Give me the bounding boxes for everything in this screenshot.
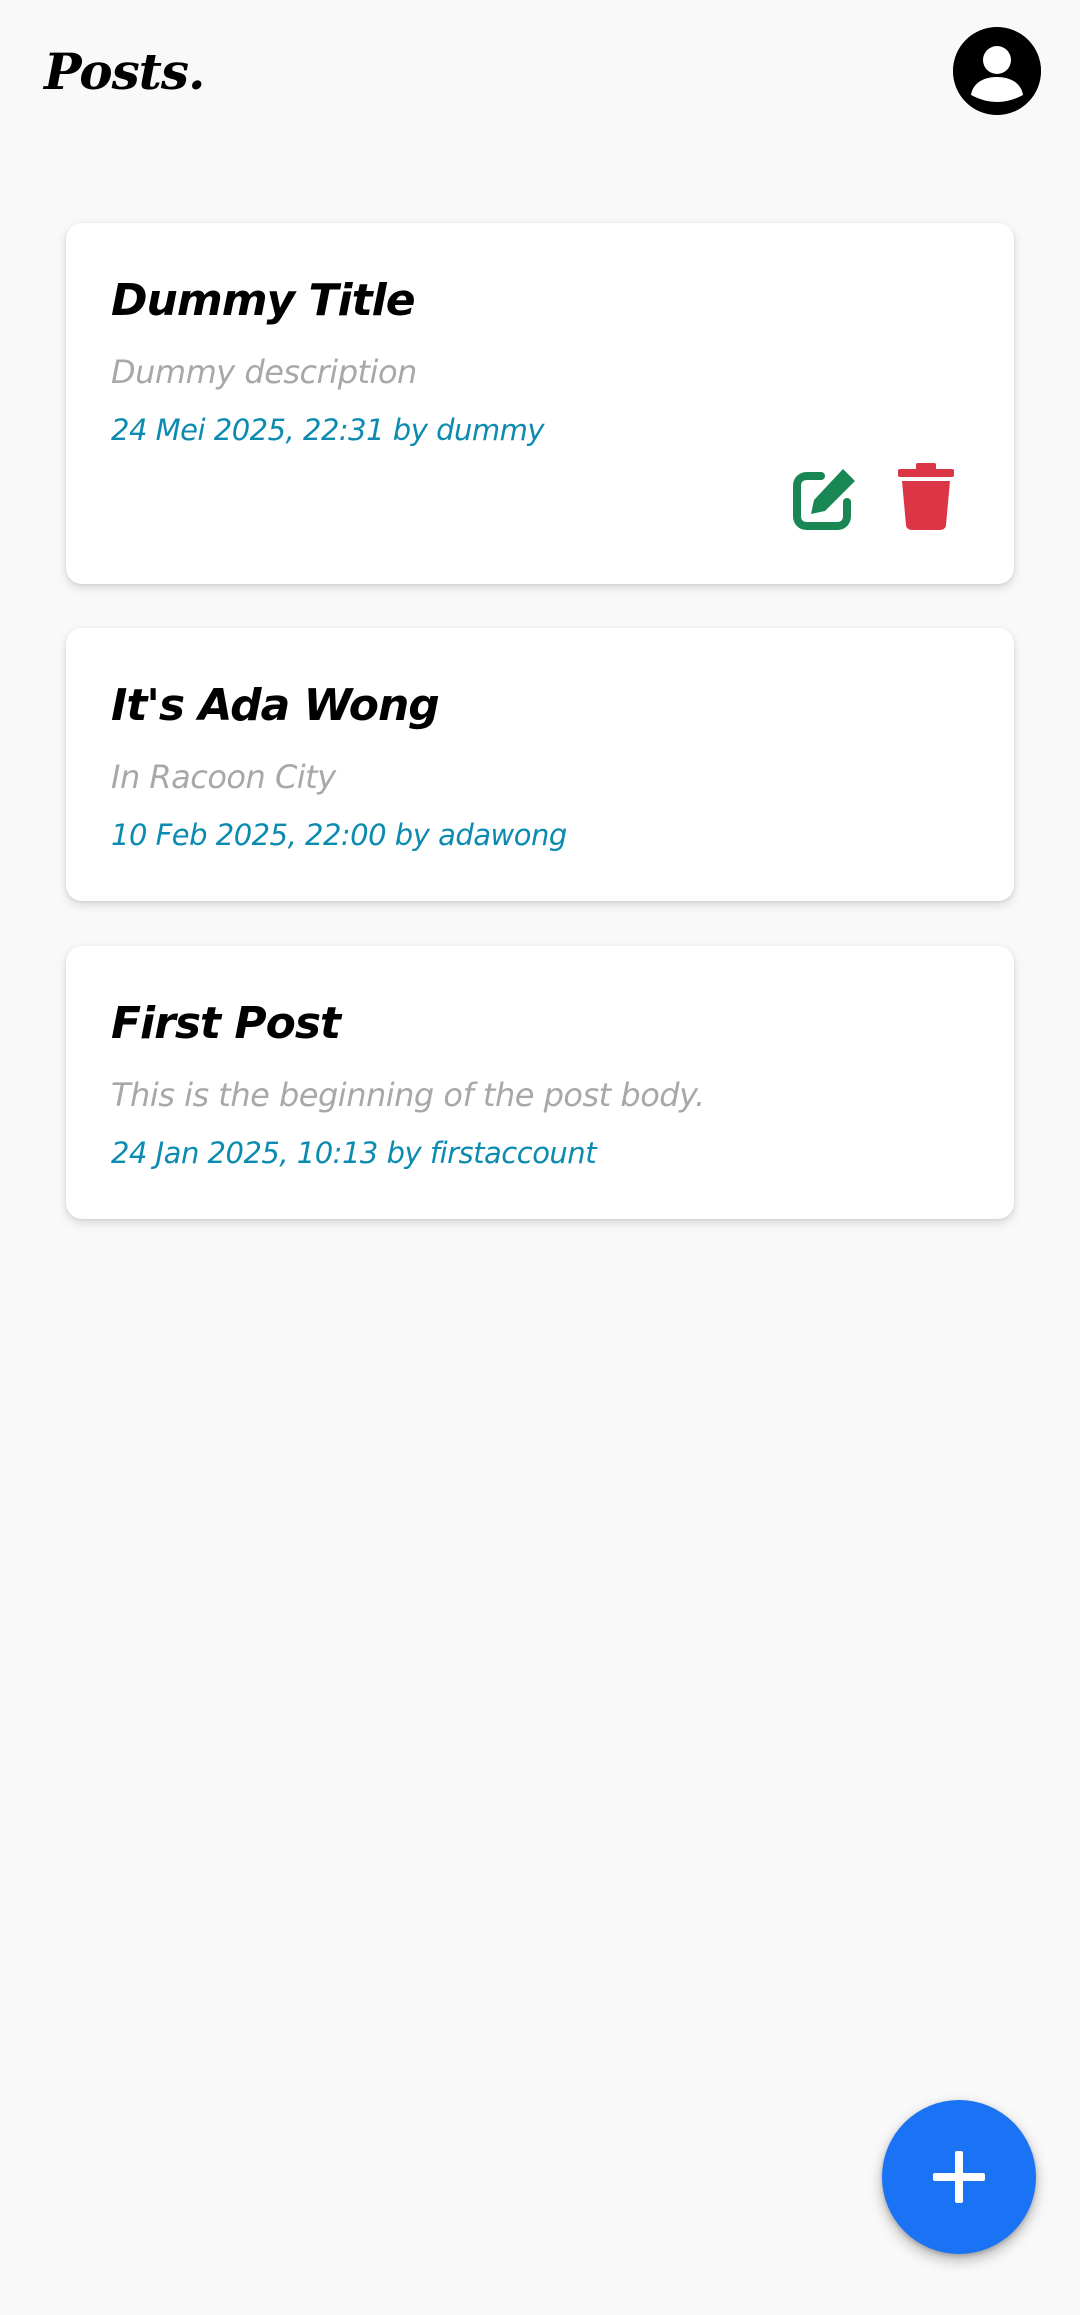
add-post-button[interactable] [882,2100,1036,2254]
post-meta: 10 Feb 2025, 22:00 by adawong [111,818,567,852]
post-description: This is the beginning of the post body. [111,1076,705,1114]
post-meta: 24 Mei 2025, 22:31 by dummy [111,413,545,447]
plus-icon [933,2151,985,2203]
post-card[interactable]: First Post This is the beginning of the … [66,946,1014,1219]
post-description: Dummy description [111,353,417,391]
app-header: Posts. [0,0,1080,160]
profile-button[interactable] [953,27,1041,115]
post-title: It's Ada Wong [111,680,440,731]
edit-button[interactable] [791,463,861,533]
post-card[interactable]: It's Ada Wong In Racoon City 10 Feb 2025… [66,628,1014,901]
post-description: In Racoon City [111,758,336,796]
trash-icon [898,463,954,530]
delete-button[interactable] [896,461,956,531]
post-title: Dummy Title [111,275,416,326]
account-circle-icon [953,27,1041,115]
post-card[interactable]: Dummy Title Dummy description 24 Mei 202… [66,223,1014,584]
page-title: Posts. [44,42,205,101]
post-meta: 24 Jan 2025, 10:13 by firstaccount [111,1136,597,1170]
post-title: First Post [111,998,341,1049]
edit-icon [793,469,855,530]
